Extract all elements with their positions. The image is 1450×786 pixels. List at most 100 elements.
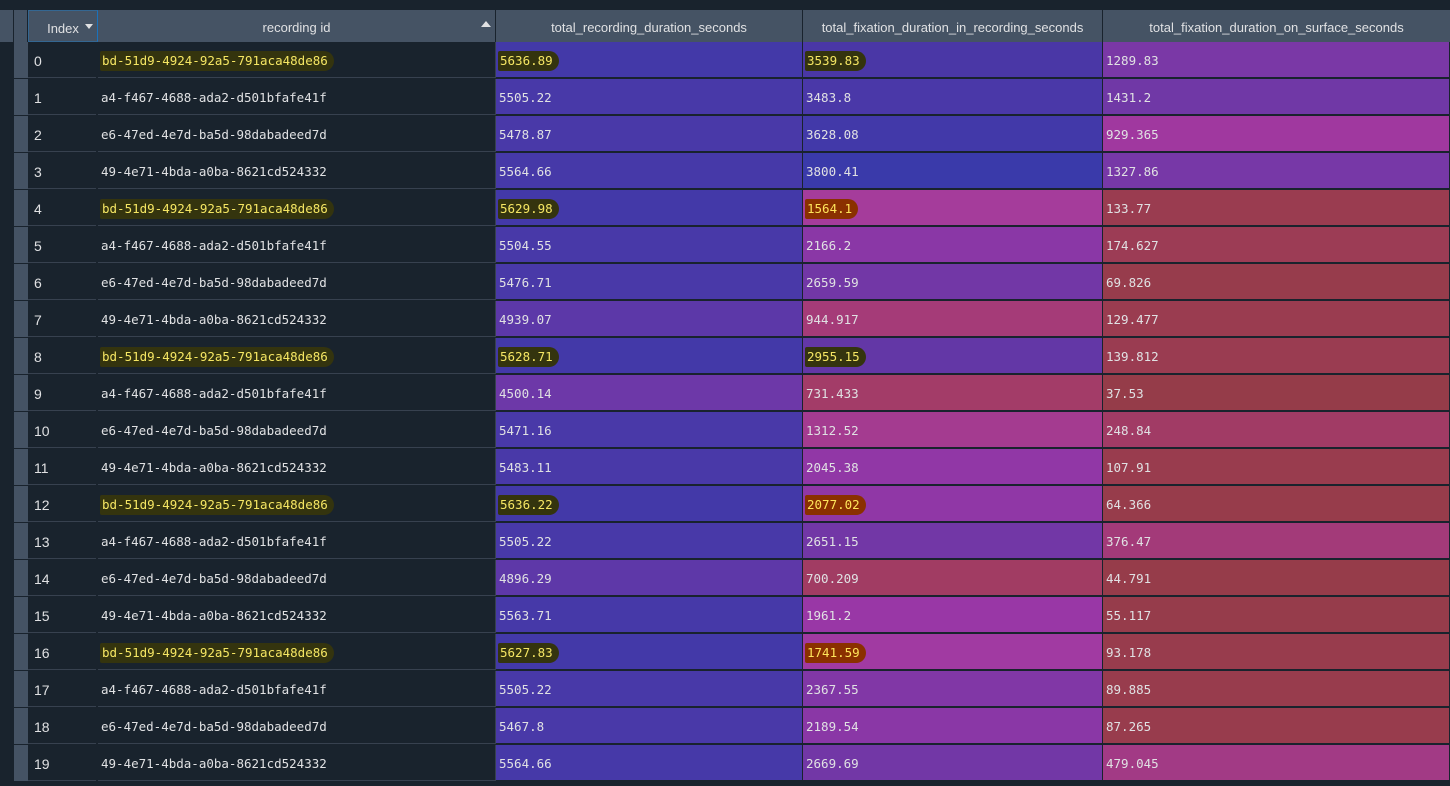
cell-surface[interactable]: 37.53 [1103,375,1450,411]
cell-duration[interactable]: 5627.83 [496,634,803,670]
cell-fixation[interactable]: 2659.59 [803,264,1103,300]
row-handle[interactable] [14,375,28,411]
cell-index[interactable]: 13 [28,523,96,559]
cell-fixation[interactable]: 944.917 [803,301,1103,337]
cell-index[interactable]: 7 [28,301,96,337]
cell-recording-id[interactable]: 49-4e71-4bda-a0ba-8621cd524332 [98,153,496,189]
cell-surface[interactable]: 55.117 [1103,597,1450,633]
cell-index[interactable]: 6 [28,264,96,300]
row-handle[interactable] [14,560,28,596]
header-corner[interactable] [0,10,14,42]
cell-index[interactable]: 19 [28,745,96,781]
row-handle[interactable] [14,79,28,115]
cell-fixation[interactable]: 3483.8 [803,79,1103,115]
cell-surface[interactable]: 1327.86 [1103,153,1450,189]
cell-fixation[interactable]: 1961.2 [803,597,1103,633]
cell-recording-id[interactable]: e6-47ed-4e7d-ba5d-98dabadeed7d [98,116,496,152]
cell-duration[interactable]: 5476.71 [496,264,803,300]
cell-fixation[interactable]: 2077.02 [803,486,1103,522]
row-handle[interactable] [14,708,28,744]
cell-surface[interactable]: 64.366 [1103,486,1450,522]
row-handle[interactable] [14,227,28,263]
table-row[interactable]: 11 49-4e71-4bda-a0ba-8621cd524332 5483.11 2… [0,449,1450,486]
row-handle[interactable] [14,523,28,559]
cell-fixation[interactable]: 3539.83 [803,42,1103,78]
table-row[interactable]: 1 a4-f467-4688-ada2-d501bfafe41f 5505.22 34… [0,79,1450,116]
cell-fixation[interactable]: 3800.41 [803,153,1103,189]
table-row[interactable]: 18 e6-47ed-4e7d-ba5d-98dabadeed7d 5467.8 21… [0,708,1450,745]
cell-index[interactable]: 8 [28,338,96,374]
column-header-surface[interactable]: total_fixation_duration_on_surface_secon… [1103,10,1450,42]
cell-duration[interactable]: 5478.87 [496,116,803,152]
cell-index[interactable]: 1 [28,79,96,115]
cell-recording-id[interactable]: 49-4e71-4bda-a0ba-8621cd524332 [98,597,496,633]
cell-duration[interactable]: 5505.22 [496,79,803,115]
row-handle[interactable] [14,486,28,522]
cell-recording-id[interactable]: a4-f467-4688-ada2-d501bfafe41f [98,375,496,411]
row-handle[interactable] [14,412,28,448]
cell-recording-id[interactable]: 49-4e71-4bda-a0ba-8621cd524332 [98,745,496,781]
cell-surface[interactable]: 89.885 [1103,671,1450,707]
row-handle[interactable] [14,634,28,670]
cell-recording-id[interactable]: bd-51d9-4924-92a5-791aca48de86 [98,190,496,226]
cell-index[interactable]: 15 [28,597,96,633]
cell-surface[interactable]: 107.91 [1103,449,1450,485]
table-row[interactable]: 2 e6-47ed-4e7d-ba5d-98dabadeed7d 5478.87 36… [0,116,1450,153]
cell-fixation[interactable]: 2651.15 [803,523,1103,559]
cell-fixation[interactable]: 700.209 [803,560,1103,596]
cell-recording-id[interactable]: bd-51d9-4924-92a5-791aca48de86 [98,634,496,670]
cell-recording-id[interactable]: 49-4e71-4bda-a0ba-8621cd524332 [98,301,496,337]
cell-duration[interactable]: 4939.07 [496,301,803,337]
row-handle[interactable] [14,190,28,226]
cell-surface[interactable]: 133.77 [1103,190,1450,226]
row-handle[interactable] [14,264,28,300]
cell-fixation[interactable]: 2166.2 [803,227,1103,263]
cell-fixation[interactable]: 2669.69 [803,745,1103,781]
cell-recording-id[interactable]: e6-47ed-4e7d-ba5d-98dabadeed7d [98,412,496,448]
cell-recording-id[interactable]: a4-f467-4688-ada2-d501bfafe41f [98,671,496,707]
cell-duration[interactable]: 4500.14 [496,375,803,411]
table-row[interactable]: 9 a4-f467-4688-ada2-d501bfafe41f 4500.14 73… [0,375,1450,412]
cell-fixation[interactable]: 1741.59 [803,634,1103,670]
cell-index[interactable]: 16 [28,634,96,670]
cell-index[interactable]: 18 [28,708,96,744]
table-row[interactable]: 10 e6-47ed-4e7d-ba5d-98dabadeed7d 5471.16 1… [0,412,1450,449]
cell-duration[interactable]: 4896.29 [496,560,803,596]
cell-duration[interactable]: 5505.22 [496,671,803,707]
cell-recording-id[interactable]: bd-51d9-4924-92a5-791aca48de86 [98,42,496,78]
cell-index[interactable]: 3 [28,153,96,189]
cell-fixation[interactable]: 2955.15 [803,338,1103,374]
row-handle[interactable] [14,116,28,152]
table-row[interactable]: 6 e6-47ed-4e7d-ba5d-98dabadeed7d 5476.71 26… [0,264,1450,301]
cell-surface[interactable]: 1289.83 [1103,42,1450,78]
row-handle[interactable] [14,597,28,633]
cell-surface[interactable]: 479.045 [1103,745,1450,781]
row-handle[interactable] [14,671,28,707]
cell-duration[interactable]: 5483.11 [496,449,803,485]
row-handle[interactable] [14,153,28,189]
cell-recording-id[interactable]: bd-51d9-4924-92a5-791aca48de86 [98,338,496,374]
row-handle[interactable] [14,449,28,485]
cell-fixation[interactable]: 2045.38 [803,449,1103,485]
cell-surface[interactable]: 174.627 [1103,227,1450,263]
cell-fixation[interactable]: 2189.54 [803,708,1103,744]
table-row[interactable]: 12 bd-51d9-4924-92a5-791aca48de86 5636.22 2… [0,486,1450,523]
cell-surface[interactable]: 248.84 [1103,412,1450,448]
cell-index[interactable]: 9 [28,375,96,411]
cell-recording-id[interactable]: 49-4e71-4bda-a0ba-8621cd524332 [98,449,496,485]
row-handle[interactable] [14,338,28,374]
cell-duration[interactable]: 5629.98 [496,190,803,226]
cell-fixation[interactable]: 2367.55 [803,671,1103,707]
cell-surface[interactable]: 129.477 [1103,301,1450,337]
column-header-index[interactable]: Index [28,10,98,42]
cell-recording-id[interactable]: e6-47ed-4e7d-ba5d-98dabadeed7d [98,708,496,744]
cell-index[interactable]: 2 [28,116,96,152]
column-header-duration[interactable]: total_recording_duration_seconds [496,10,803,42]
row-handle[interactable] [14,42,28,78]
row-handle[interactable] [14,301,28,337]
cell-recording-id[interactable]: a4-f467-4688-ada2-d501bfafe41f [98,227,496,263]
cell-duration[interactable]: 5471.16 [496,412,803,448]
table-row[interactable]: 16 bd-51d9-4924-92a5-791aca48de86 5627.83 1… [0,634,1450,671]
cell-surface[interactable]: 929.365 [1103,116,1450,152]
cell-recording-id[interactable]: bd-51d9-4924-92a5-791aca48de86 [98,486,496,522]
